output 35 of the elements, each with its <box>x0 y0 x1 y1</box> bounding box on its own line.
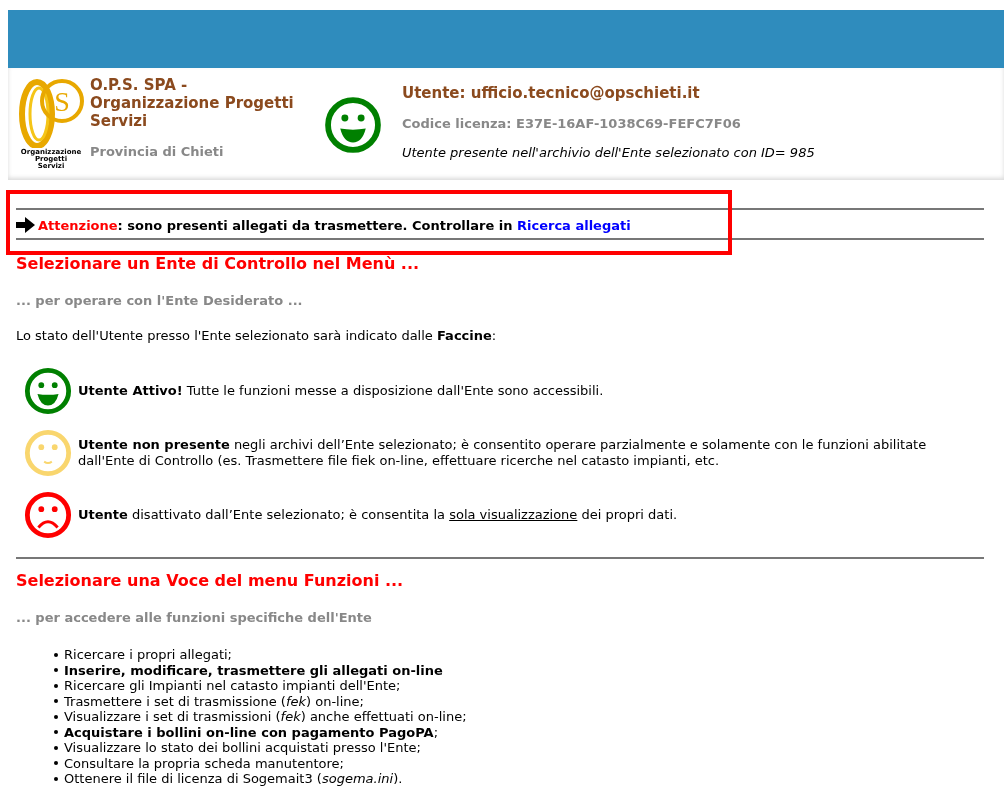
logo-drawing: S <box>17 76 85 148</box>
bullet-icon <box>54 699 58 704</box>
list-item: Ricercare i propri allegati; <box>64 647 232 663</box>
list-item: Ricercare gli Impianti nel catasto impianti dell'Ente; <box>64 678 401 694</box>
bullet-icon <box>54 652 58 657</box>
license-code: Codice licenza: E37E-16AF-1038C69-FEFC7F06 <box>402 116 742 131</box>
bullet-icon <box>54 730 58 735</box>
bullet-icon <box>54 761 58 766</box>
bullet-icon <box>54 714 58 719</box>
list-item: Visualizzare i set di trasmissioni (fek) anche effettuati on-line; <box>64 709 467 725</box>
list-item: Trasmettere i set di trasmissione (fek) on-line; <box>64 693 364 709</box>
list-item: Visualizzare lo stato dei bollini acquistati presso l'Ente; <box>64 740 421 756</box>
company-name: O.P.S. SPA - Organizzazione Progetti Servizi <box>90 76 295 130</box>
bullet-icon <box>54 683 58 688</box>
bullet-icon <box>54 776 58 781</box>
status-description: Utente non presente negli archivi dell’Ente selezionato; è consentito operare parzialmente e solamente con le funzioni abilitate dall'Ente di Controllo (es. Trasmettere file fiek on-line, effettuare ricerche nel catasto impianti, etc. <box>78 437 928 469</box>
list-item: Ottenere il file di licenza di Sogemait3 (sogema.ini). <box>64 771 403 787</box>
list-item: Acquistare i bollini on-line con pagamento PagoPA; <box>64 724 438 740</box>
section-title: Selezionare un Ente di Controllo nel Menù ... <box>16 254 421 273</box>
section-title: Selezionare una Voce del menu Funzioni ... <box>16 571 405 590</box>
bullet-icon <box>54 668 58 673</box>
list-item: Inserire, modificare, trasmettere gli allegati on-line <box>64 662 443 678</box>
list-item: Consultare la propria scheda manutentore; <box>64 755 344 771</box>
notice-message: Attenzione: sono presenti allegati da trasmettere. Controllare in Ricerca allegati <box>38 217 631 233</box>
user-email: Utente: ufficio.tecnico@opschieti.it <box>402 84 701 102</box>
search-attachments-link[interactable]: Ricerca allegati <box>517 217 631 233</box>
status-description: Utente disattivato dall’Ente selezionato; è consentita la sola visualizzazione dei propri dati. <box>78 507 678 523</box>
intro-text: Lo stato dell'Utente presso l'Ente selezionato sarà indicato dalle Faccine: <box>16 328 498 343</box>
status-description: Utente Attivo! Tutte le funzioni messe a disposizione dall'Ente sono accessibili. <box>78 383 604 399</box>
user-note: Utente presente nell'archivio dell'Ente selezionato con ID= 985 <box>402 145 815 160</box>
arrow-icon <box>16 217 36 233</box>
section-subtitle: ... per operare con l'Ente Desiderato ... <box>16 293 304 308</box>
province-label: Provincia di Chieti <box>90 144 225 159</box>
section-subtitle: ... per accedere alle funzioni specifiche dell'Ente <box>16 610 373 625</box>
bullet-icon <box>54 745 58 750</box>
